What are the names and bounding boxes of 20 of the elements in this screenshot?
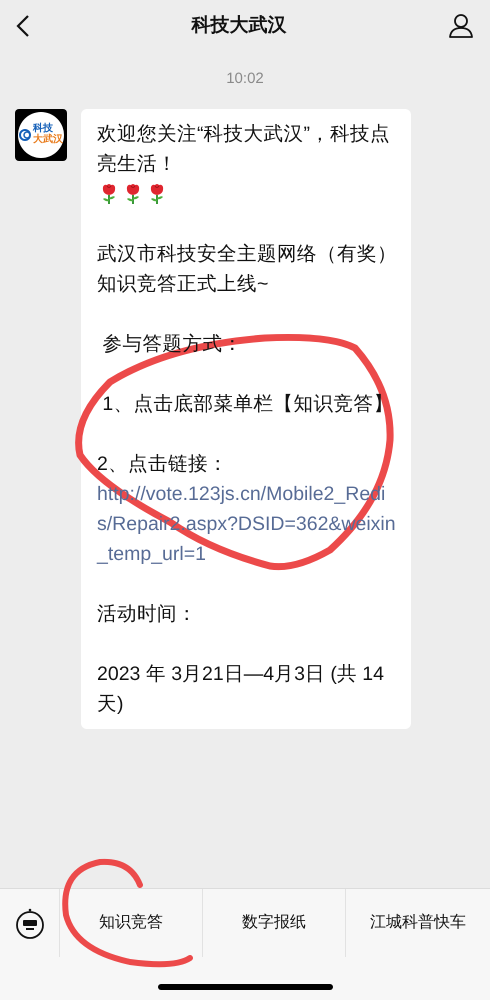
back-icon[interactable] — [16, 14, 30, 38]
message-paragraph: 2023 年 3月21日—4月3日 (共 14 天) — [97, 662, 385, 716]
rose-icon — [124, 182, 142, 204]
message-paragraph: 1、点击底部菜单栏【知识竞答】 — [101, 392, 394, 416]
account-avatar[interactable]: 科技 大武汉 — [15, 108, 67, 160]
message-paragraph: 2、点击链接： — [97, 452, 229, 476]
person-icon[interactable] — [448, 13, 474, 39]
message-paragraph: 活动时间： — [97, 602, 198, 626]
message-paragraph: 欢迎您关注“科技大武汉”，科技点亮生活！ — [97, 122, 391, 176]
rose-icon — [100, 182, 118, 204]
avatar-text: 大武汉 — [33, 134, 63, 145]
logo-icon — [19, 128, 33, 142]
message-time: 10:02 — [226, 69, 264, 89]
menu-item[interactable]: 知识竞答 — [99, 911, 163, 935]
window-title: 科技大武汉 — [192, 14, 286, 38]
menu-item[interactable]: 数字报纸 — [242, 911, 306, 935]
message-paragraph: 武汉市科技安全主题网络（有奖）知识竞答正式上线~ — [97, 242, 397, 296]
rose-icon — [148, 182, 166, 204]
menu-item[interactable]: 江城科普快车 — [370, 911, 466, 935]
avatar-text: 科技 — [33, 124, 53, 134]
